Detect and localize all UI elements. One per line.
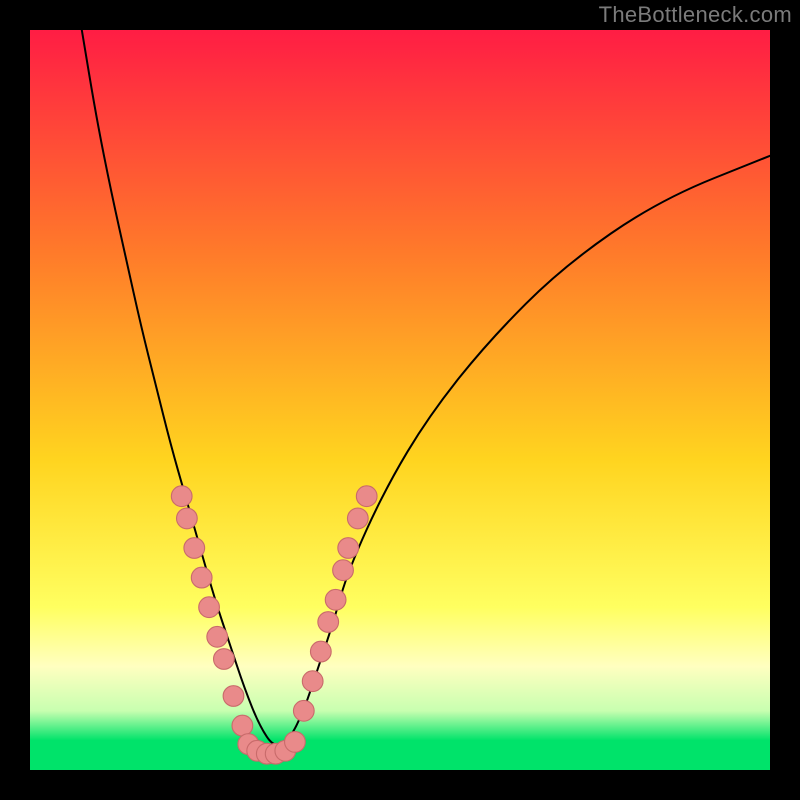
marker-dot	[214, 649, 235, 670]
curve-markers	[171, 486, 377, 764]
marker-dot	[184, 538, 205, 559]
marker-dot	[177, 508, 198, 529]
marker-dot	[325, 589, 346, 610]
marker-dot	[223, 686, 244, 707]
marker-dot	[285, 732, 306, 753]
marker-dot	[199, 597, 220, 618]
marker-dot	[333, 560, 354, 581]
marker-dot	[356, 486, 377, 507]
marker-dot	[338, 538, 359, 559]
marker-dot	[191, 567, 212, 588]
marker-dot	[347, 508, 368, 529]
chart-frame: TheBottleneck.com	[0, 0, 800, 800]
bottleneck-curve	[82, 30, 770, 745]
marker-dot	[232, 715, 253, 736]
plot-area	[30, 30, 770, 770]
marker-dot	[207, 626, 228, 647]
marker-dot	[293, 700, 314, 721]
watermark-text: TheBottleneck.com	[599, 2, 792, 28]
marker-dot	[318, 612, 339, 633]
marker-dot	[171, 486, 192, 507]
marker-dot	[302, 671, 323, 692]
curve-layer	[30, 30, 770, 770]
marker-dot	[310, 641, 331, 662]
